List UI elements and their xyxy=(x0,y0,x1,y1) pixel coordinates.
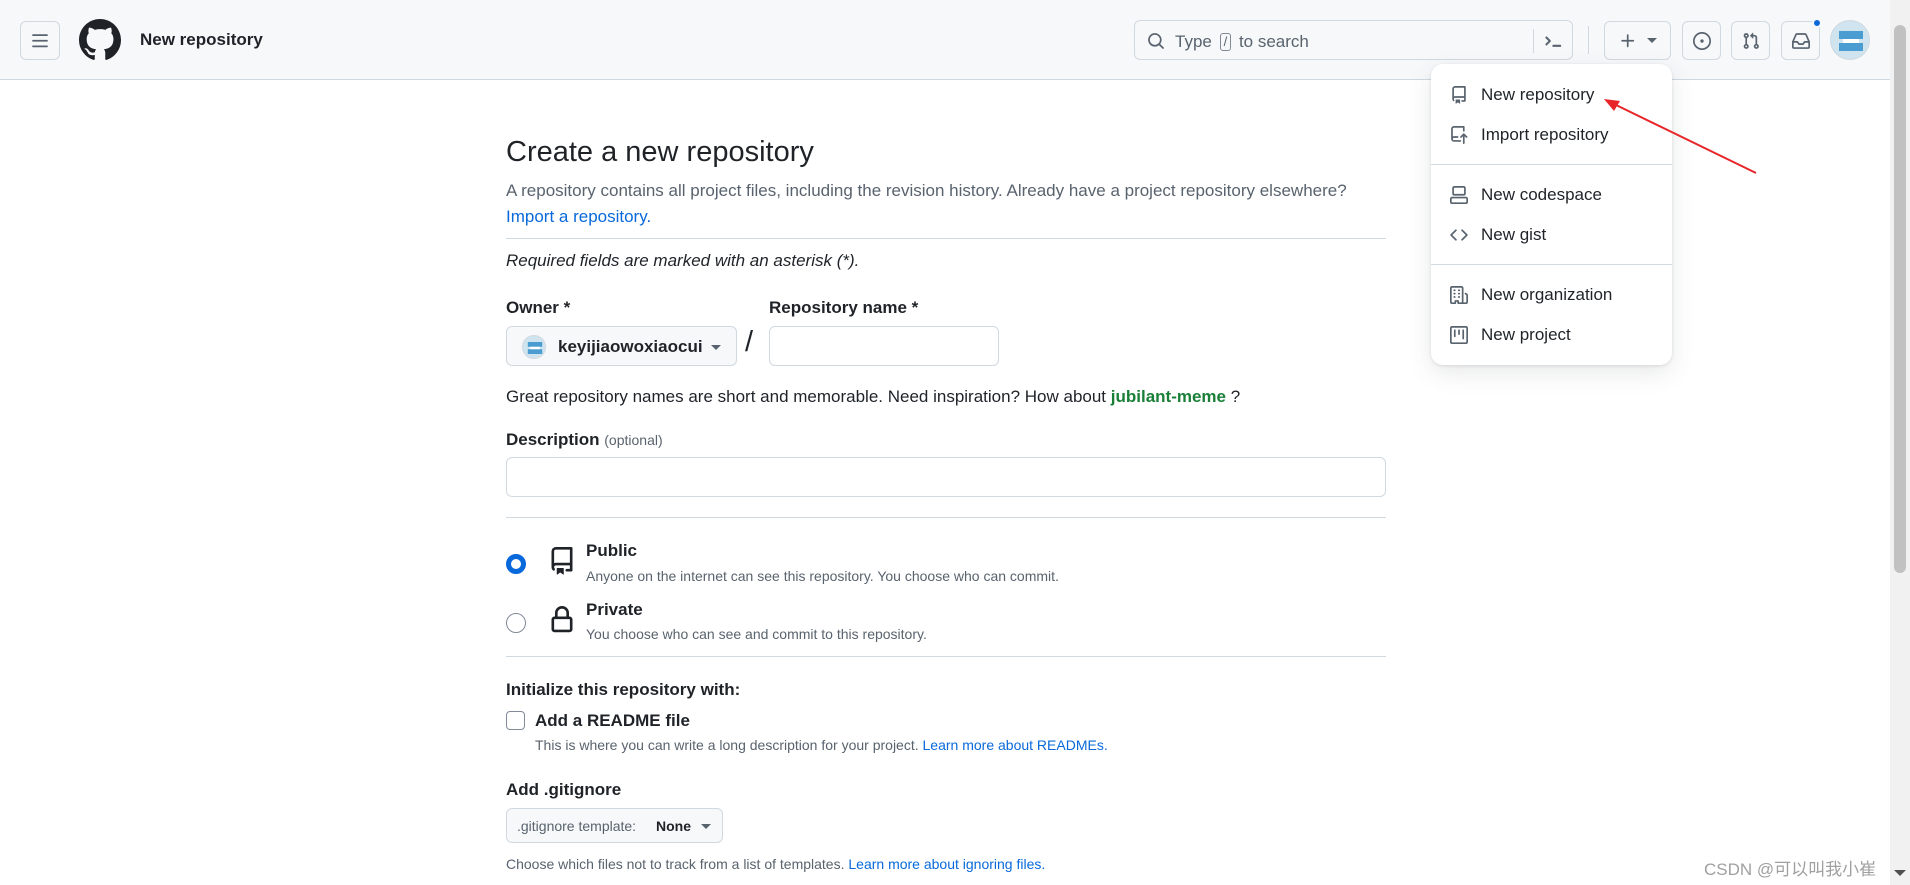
search-divider xyxy=(1533,29,1534,53)
readme-learn-more-link[interactable]: Learn more about READMEs. xyxy=(923,737,1108,753)
name-suggestion-link[interactable]: jubilant-meme xyxy=(1111,387,1226,406)
readme-label[interactable]: Add a README file xyxy=(535,711,690,731)
slash-key: / xyxy=(1219,33,1232,51)
divider xyxy=(506,517,1386,518)
repo-name-label: Repository name * xyxy=(769,298,919,317)
divider xyxy=(506,238,1386,239)
avatar-image-icon xyxy=(527,342,543,354)
scrollbar-thumb[interactable] xyxy=(1894,25,1906,573)
avatar-image-icon xyxy=(1839,31,1863,51)
private-radio[interactable] xyxy=(506,613,526,633)
watermark: CSDN @可以叫我小崔 xyxy=(1704,860,1877,879)
codespaces-icon xyxy=(1450,186,1468,204)
menu-separator xyxy=(1431,264,1672,265)
menu-item-new-codespace[interactable]: New codespace xyxy=(1431,175,1672,215)
menu-item-new-gist[interactable]: New gist xyxy=(1431,215,1672,255)
repo-push-icon xyxy=(1451,126,1468,144)
gitignore-select-value: None xyxy=(656,818,691,834)
page-subtitle: A repository contains all project files,… xyxy=(506,181,1347,226)
menu-item-label: New repository xyxy=(1481,85,1595,104)
search-placeholder: Type / to search xyxy=(1175,32,1309,51)
page-title: Create a new repository xyxy=(506,136,814,168)
issue-opened-icon xyxy=(1692,31,1711,50)
initialize-label: Initialize this repository with: xyxy=(506,680,741,699)
menu-item-label: New gist xyxy=(1481,225,1547,244)
gitignore-desc: Choose which files not to track from a l… xyxy=(506,856,1046,872)
required-note: Required fields are marked with an aster… xyxy=(506,251,860,270)
create-new-button[interactable] xyxy=(1604,21,1671,60)
gitignore-select-prefix: .gitignore template: xyxy=(517,818,637,834)
github-logo-icon[interactable] xyxy=(79,19,121,61)
private-desc: You choose who can see and commit to thi… xyxy=(586,626,927,642)
menu-item-label: New project xyxy=(1481,325,1571,344)
repo-name-input[interactable] xyxy=(769,326,999,366)
menu-item-label: Import repository xyxy=(1481,125,1609,144)
readme-checkbox[interactable] xyxy=(506,711,525,730)
header-divider xyxy=(1588,26,1589,54)
lock-icon xyxy=(551,606,573,633)
menu-button[interactable] xyxy=(20,21,60,60)
private-title: Private xyxy=(586,600,643,619)
code-icon xyxy=(1450,229,1468,241)
scroll-down-arrow-icon[interactable] xyxy=(1894,870,1906,876)
owner-repo-separator: / xyxy=(745,326,754,358)
gitignore-label: Add .gitignore xyxy=(506,780,622,799)
chevron-down-icon xyxy=(701,824,711,829)
public-title: Public xyxy=(586,541,638,560)
git-pull-request-icon xyxy=(1743,32,1759,49)
plus-icon xyxy=(1620,33,1634,47)
header-title: New repository xyxy=(140,30,263,49)
inbox-icon xyxy=(1791,32,1810,49)
owner-value: keyijiaowoxiaocui xyxy=(558,337,703,356)
readme-desc: This is where you can write a long descr… xyxy=(535,737,1108,753)
gitignore-learn-more-link[interactable]: Learn more about ignoring files. xyxy=(848,856,1045,872)
project-icon xyxy=(1450,326,1468,344)
menu-item-new-organization[interactable]: New organization xyxy=(1431,275,1672,315)
import-repository-link[interactable]: Import a repository. xyxy=(506,207,651,226)
repo-icon xyxy=(1452,86,1466,104)
pull-requests-button[interactable] xyxy=(1731,21,1770,60)
owner-label: Owner * xyxy=(506,298,571,317)
public-desc: Anyone on the internet can see this repo… xyxy=(586,568,1059,584)
divider xyxy=(506,656,1386,657)
annotation-arrow-icon xyxy=(1604,99,1757,174)
description-input[interactable] xyxy=(506,457,1386,497)
user-avatar[interactable] xyxy=(1830,20,1870,60)
repo-name-hint: Great repository names are short and mem… xyxy=(506,387,1241,406)
hamburger-icon xyxy=(32,33,48,47)
repo-icon xyxy=(551,547,573,575)
chevron-down-icon xyxy=(711,345,721,350)
gitignore-template-select[interactable]: .gitignore template: None xyxy=(506,808,723,843)
menu-item-label: New codespace xyxy=(1481,185,1602,204)
menu-item-new-project[interactable]: New project xyxy=(1431,315,1672,355)
menu-item-label: New organization xyxy=(1481,285,1613,304)
organization-icon xyxy=(1450,286,1468,304)
issues-button[interactable] xyxy=(1682,21,1721,60)
command-palette-icon[interactable] xyxy=(1542,30,1564,52)
public-radio[interactable] xyxy=(506,554,526,574)
chevron-down-icon xyxy=(1646,38,1657,43)
search-input[interactable]: Type / to search xyxy=(1134,20,1573,60)
owner-select[interactable]: keyijiaowoxiaocui xyxy=(506,326,737,366)
search-icon xyxy=(1148,33,1164,49)
notification-dot xyxy=(1812,18,1822,28)
owner-avatar xyxy=(522,335,546,359)
description-label: Description (optional) xyxy=(506,430,663,449)
